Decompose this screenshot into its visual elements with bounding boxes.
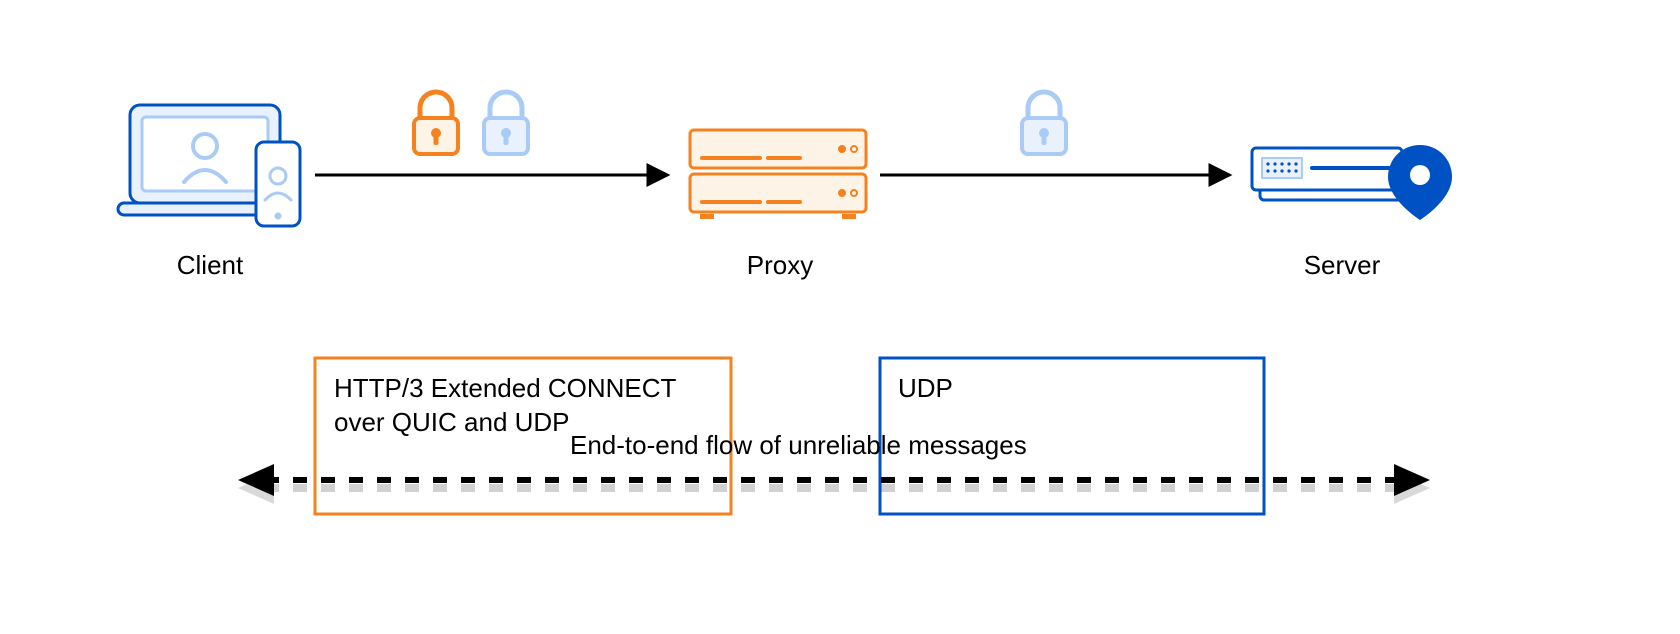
diagram-svg (0, 0, 1680, 634)
diagram-canvas: Client Proxy Server HTTP/3 Extended CONN… (0, 0, 1680, 634)
proxy-icon (690, 130, 866, 219)
protocol-right-label: UDP (898, 372, 1098, 406)
lock-icon-blue-1 (484, 92, 528, 154)
server-icon (1252, 145, 1452, 220)
client-icon (118, 105, 300, 226)
flow-caption: End-to-end flow of unreliable messages (570, 430, 1027, 461)
proxy-label: Proxy (720, 250, 840, 281)
flow-arrow (238, 464, 1430, 504)
lock-icon-blue-2 (1022, 92, 1066, 154)
client-label: Client (150, 250, 270, 281)
server-label: Server (1282, 250, 1402, 281)
lock-icon-orange (414, 92, 458, 154)
